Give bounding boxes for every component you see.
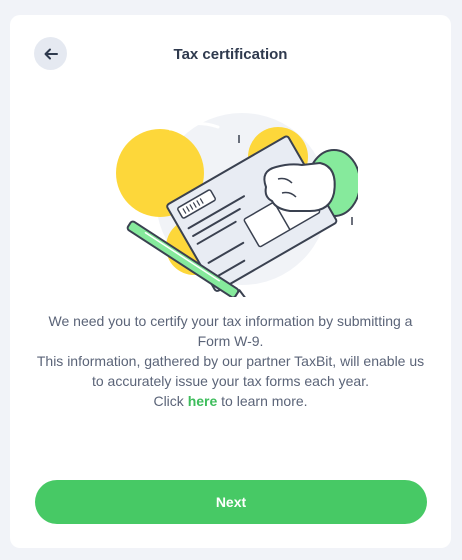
description-line-3: Click here to learn more. (32, 391, 429, 411)
learn-more-prefix: Click (153, 393, 188, 409)
description-line-2: This information, gathered by our partne… (36, 353, 425, 389)
page-title: Tax certification (173, 46, 288, 63)
description-line-1: We need you to certify your tax informat… (48, 313, 413, 349)
tax-certification-card: Tax certification We need you to certify… (10, 15, 451, 548)
next-button[interactable]: Next (35, 480, 427, 524)
learn-more-suffix: to learn more. (217, 393, 308, 409)
tax-form-illustration (116, 113, 358, 297)
tax-info-description: We need you to certify your tax informat… (32, 311, 429, 411)
learn-more-link[interactable]: here (188, 393, 218, 409)
